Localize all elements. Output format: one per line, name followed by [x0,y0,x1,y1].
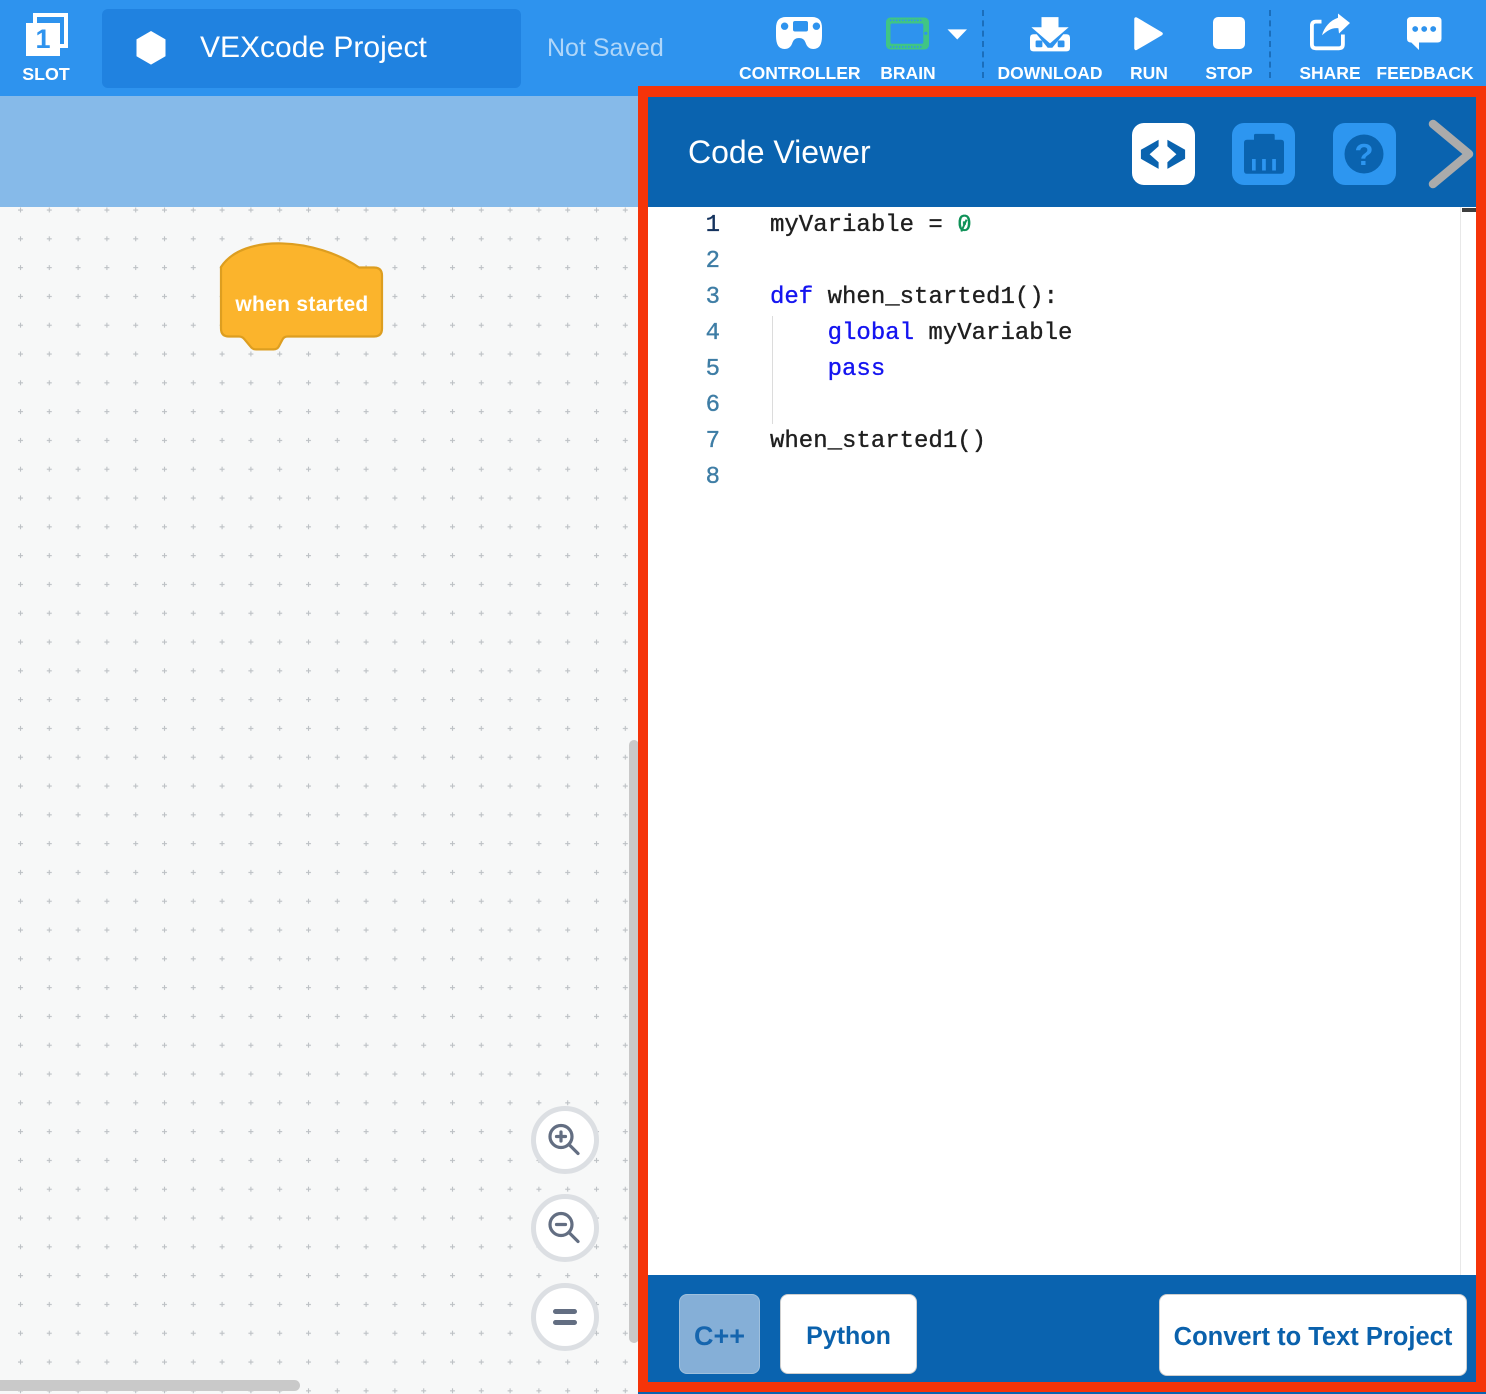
svg-text:?: ? [1355,137,1374,172]
svg-text:1: 1 [35,24,50,54]
svg-text:when started: when started [234,293,368,316]
svg-text:SLOT: SLOT [22,64,70,84]
